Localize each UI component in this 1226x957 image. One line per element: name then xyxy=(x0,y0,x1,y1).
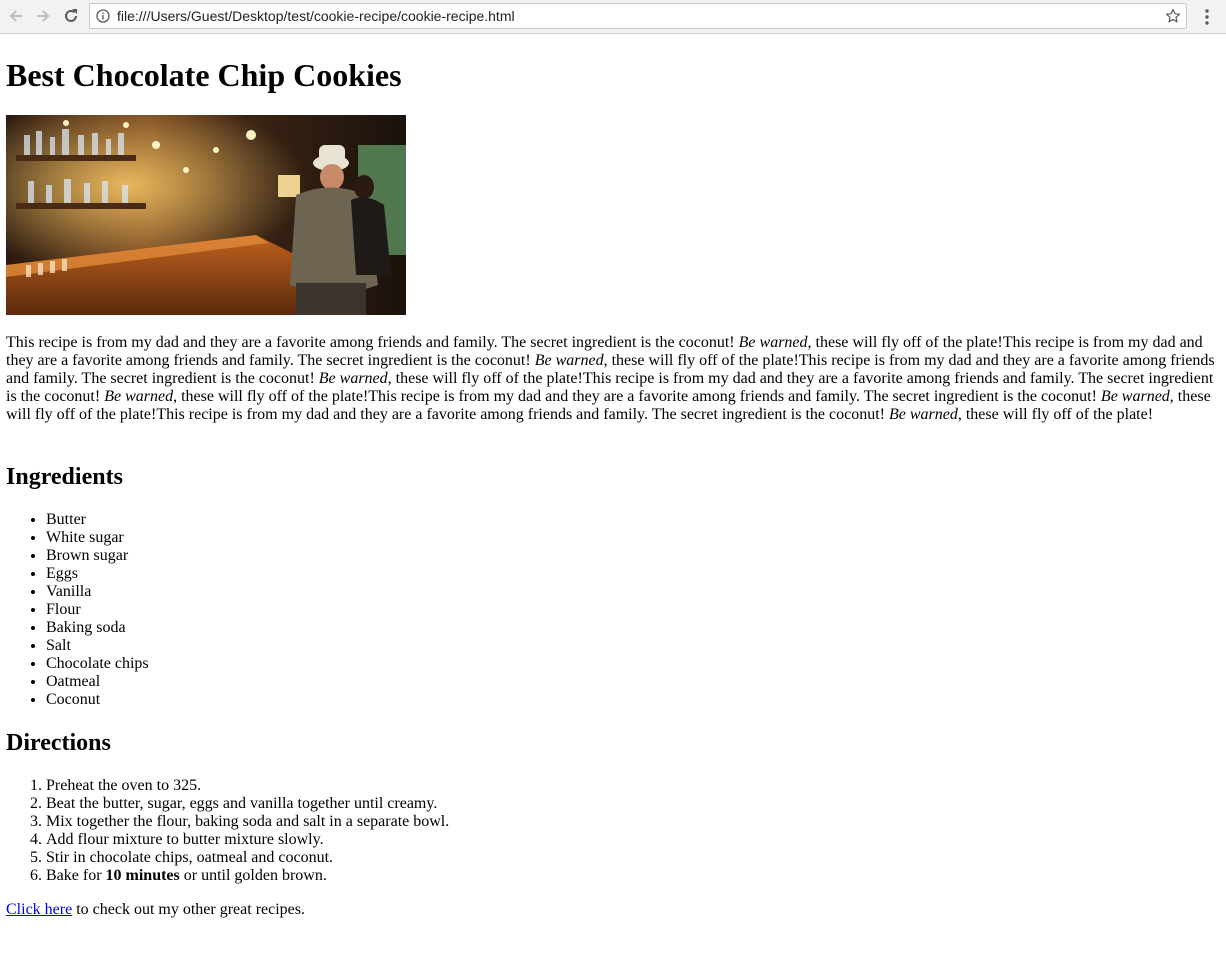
intro-emphasis: Be warned xyxy=(104,388,174,405)
back-button[interactable] xyxy=(5,5,27,27)
intro-emphasis: Be warned xyxy=(888,406,958,423)
direction-step: Stir in chocolate chips, oatmeal and coc… xyxy=(46,849,449,867)
ingredient-item: White sugar xyxy=(46,529,149,547)
outro-paragraph: Click here to check out my other great r… xyxy=(6,901,305,919)
intro-emphasis: Be warned xyxy=(534,352,604,369)
forward-arrow-icon xyxy=(37,10,50,22)
ingredient-item: Baking soda xyxy=(46,619,149,637)
reload-button[interactable] xyxy=(60,5,82,27)
url-text[interactable]: file:///Users/Guest/Desktop/test/cookie-… xyxy=(117,8,515,24)
step-text: or until golden brown. xyxy=(179,867,327,884)
direction-step: Mix together the flour, baking soda and … xyxy=(46,813,449,831)
directions-heading: Directions xyxy=(6,730,111,756)
intro-text: This recipe is from my dad and they are … xyxy=(368,388,1101,405)
recipes-link[interactable]: Click here xyxy=(6,901,72,918)
forward-button[interactable] xyxy=(32,5,54,27)
more-vert-icon xyxy=(1205,9,1209,25)
ingredient-item: Salt xyxy=(46,637,149,655)
ingredient-item: Brown sugar xyxy=(46,547,149,565)
intro-text: , these will fly off of the plate! xyxy=(173,388,369,405)
ingredient-item: Butter xyxy=(46,511,149,529)
intro-text: , these will fly off of the plate! xyxy=(957,406,1154,423)
ingredients-heading: Ingredients xyxy=(6,464,123,490)
intro-text: This recipe is from my dad and they are … xyxy=(156,406,889,423)
intro-text: , these will fly off of the plate! xyxy=(387,370,583,387)
browser-menu-button[interactable] xyxy=(1198,6,1216,28)
ingredients-list: ButterWhite sugarBrown sugarEggsVanillaF… xyxy=(6,511,149,709)
direction-step: Preheat the oven to 325. xyxy=(46,777,449,795)
address-bar[interactable]: file:///Users/Guest/Desktop/test/cookie-… xyxy=(89,3,1187,29)
intro-emphasis: Be warned xyxy=(1100,388,1170,405)
ingredient-item: Chocolate chips xyxy=(46,655,149,673)
intro-emphasis: Be warned xyxy=(318,370,388,387)
directions-list: Preheat the oven to 325.Beat the butter,… xyxy=(6,777,449,885)
ingredient-item: Oatmeal xyxy=(46,673,149,691)
step-bold-time: 10 minutes xyxy=(105,867,180,884)
reload-icon xyxy=(65,9,77,22)
direction-step: Beat the butter, sugar, eggs and vanilla… xyxy=(46,795,449,813)
ingredient-item: Coconut xyxy=(46,691,149,709)
page-title: Best Chocolate Chip Cookies xyxy=(6,57,402,93)
bar-scene-photo xyxy=(6,115,406,315)
browser-toolbar: file:///Users/Guest/Desktop/test/cookie-… xyxy=(0,0,1226,34)
direction-step: Bake for 10 minutes or until golden brow… xyxy=(46,867,449,885)
intro-text: , these will fly off of the plate! xyxy=(603,352,799,369)
ingredient-item: Eggs xyxy=(46,565,149,583)
star-icon[interactable] xyxy=(1165,8,1181,24)
intro-text: , these will fly off of the plate! xyxy=(807,334,1003,351)
intro-text: This recipe is from my dad and they are … xyxy=(6,334,739,351)
direction-step: Add flour mixture to butter mixture slow… xyxy=(46,831,449,849)
ingredient-item: Flour xyxy=(46,601,149,619)
step-text: Bake for xyxy=(46,867,106,884)
ingredient-item: Vanilla xyxy=(46,583,149,601)
info-icon[interactable] xyxy=(96,9,110,23)
intro-emphasis: Be warned xyxy=(738,334,808,351)
back-arrow-icon xyxy=(9,10,22,22)
hero-image xyxy=(6,115,406,315)
outro-text: to check out my other great recipes. xyxy=(72,901,305,918)
intro-paragraph: This recipe is from my dad and they are … xyxy=(6,334,1218,424)
